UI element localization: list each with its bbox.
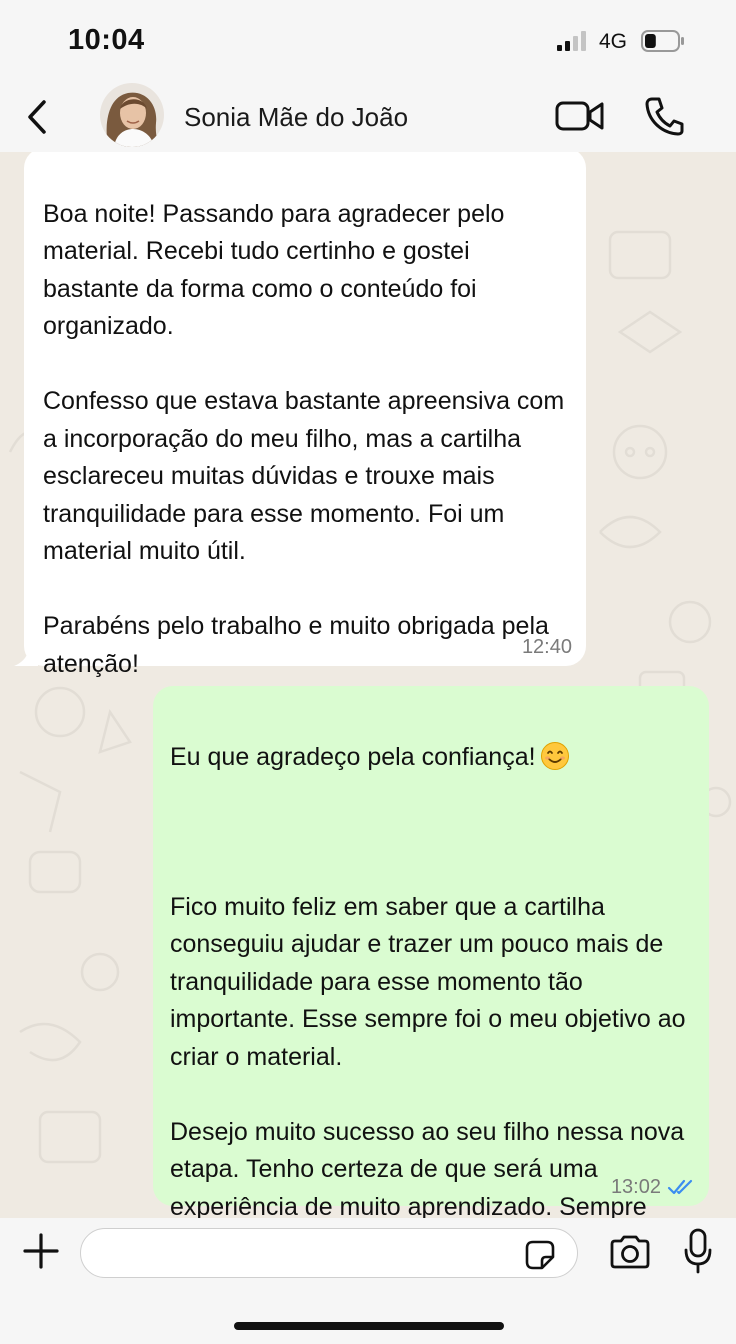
voice-call-button[interactable] bbox=[643, 96, 685, 136]
network-type: 4G bbox=[599, 30, 628, 53]
status-bar: 10:04 4G bbox=[0, 0, 736, 78]
video-call-button[interactable] bbox=[555, 100, 605, 132]
message-first-line: Eu que agradeço pela confiança! bbox=[170, 739, 693, 777]
avatar[interactable] bbox=[100, 83, 164, 147]
message-time: 13:02 bbox=[610, 1176, 661, 1198]
chat-header: Sonia Mãe do João bbox=[0, 78, 736, 152]
camera-icon[interactable] bbox=[608, 1234, 652, 1270]
home-indicator[interactable] bbox=[234, 1322, 504, 1330]
microphone-icon[interactable] bbox=[684, 1228, 712, 1274]
back-button[interactable] bbox=[22, 98, 54, 136]
message-text: Boa noite! Passando para agradecer pelo … bbox=[43, 199, 565, 678]
message-time: 12:40 bbox=[521, 636, 572, 658]
double-check-read-icon bbox=[667, 1179, 693, 1195]
contact-name[interactable]: Sonia Mãe do João bbox=[184, 102, 408, 133]
message-text-first-line: Eu que agradeço pela confiança! bbox=[170, 742, 536, 771]
plus-icon[interactable] bbox=[22, 1232, 60, 1270]
message-text: Fico muito feliz em saber que a cartilha… bbox=[170, 892, 686, 1219]
sticker-icon[interactable] bbox=[524, 1239, 556, 1271]
message-input[interactable] bbox=[80, 1228, 578, 1278]
smiling-face-icon bbox=[540, 741, 569, 770]
signal-strength-icon bbox=[557, 31, 586, 51]
incoming-message[interactable]: Boa noite! Passando para agradecer pelo … bbox=[24, 152, 586, 678]
battery-icon bbox=[641, 30, 684, 52]
status-time: 10:04 bbox=[68, 24, 145, 56]
chat-area[interactable]: Boa noite! Passando para agradecer pelo … bbox=[0, 152, 736, 1218]
outgoing-message[interactable]: Eu que agradeço pela confiança! Fico mui… bbox=[153, 686, 709, 1218]
